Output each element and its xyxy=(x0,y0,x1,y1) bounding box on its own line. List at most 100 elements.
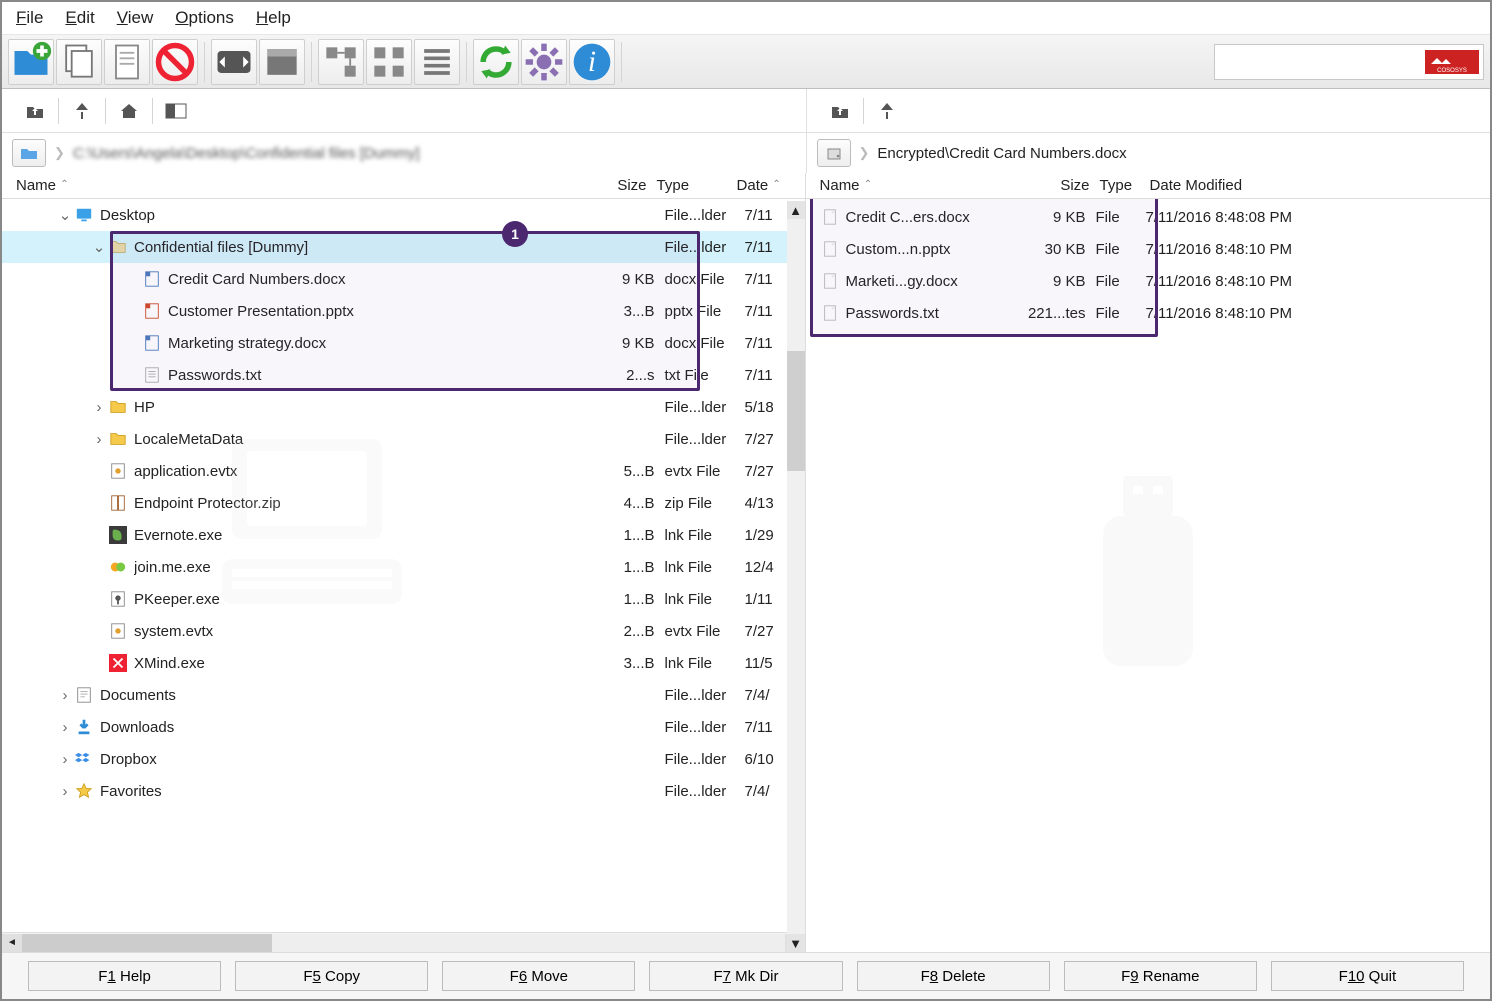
info-button[interactable]: i xyxy=(569,39,615,85)
col-size-left[interactable]: Size xyxy=(587,177,647,194)
tree-row[interactable]: ⌄DesktopFile...lder7/11 xyxy=(2,199,805,231)
toolbar: i COSOSYS xyxy=(2,35,1490,89)
col-type-right[interactable]: Type xyxy=(1090,177,1150,194)
vscroll-up-icon[interactable]: ▲ xyxy=(787,201,805,219)
tree-row[interactable]: Customer Presentation.pptx3...Bpptx File… xyxy=(2,295,805,327)
path-text-left[interactable]: C:\Users\Angela\Desktop\Confidential fil… xyxy=(73,145,420,162)
root-button-left[interactable] xyxy=(69,98,95,124)
vscroll-down-icon[interactable]: ▼ xyxy=(787,934,805,952)
tree-row[interactable]: ›FavoritesFile...lder7/4/ xyxy=(2,775,805,807)
list-row[interactable]: Custom...n.pptx30 KBFile7/11/2016 8:48:1… xyxy=(806,233,1490,265)
tree-row[interactable]: Passwords.txt2...stxt File7/11 xyxy=(2,359,805,391)
block-button[interactable] xyxy=(152,39,198,85)
expand-toggle[interactable]: › xyxy=(56,751,74,768)
file-name: Marketing strategy.docx xyxy=(168,335,595,352)
fkey-6-button[interactable]: F6 Move xyxy=(442,961,635,991)
fkey-7-button[interactable]: F7 Mk Dir xyxy=(649,961,842,991)
menu-help[interactable]: Help xyxy=(256,8,291,28)
path-drive-icon-right[interactable] xyxy=(817,139,851,167)
hscroll-thumb[interactable] xyxy=(22,934,272,952)
vscroll-left[interactable]: ▲ ▼ xyxy=(787,201,805,952)
file-name: Credit C...ers.docx xyxy=(846,209,1016,226)
right-tree[interactable]: Credit C...ers.docx9 KBFile7/11/2016 8:4… xyxy=(806,199,1490,952)
file-size: 221...tes xyxy=(1016,305,1086,322)
refresh-button[interactable] xyxy=(473,39,519,85)
col-name-left[interactable]: Name ⌃ xyxy=(16,177,587,194)
menu-view[interactable]: View xyxy=(117,8,154,28)
left-panel: Name ⌃ Size Type Date ⌃ ⌄DesktopFile...l… xyxy=(2,173,806,952)
tree-row[interactable]: ›HPFile...lder5/18 xyxy=(2,391,805,423)
star-icon xyxy=(74,781,94,801)
view-details-button[interactable] xyxy=(414,39,460,85)
tree-row[interactable]: ⌄Confidential files [Dummy]File...lder7/… xyxy=(2,231,805,263)
expand-toggle[interactable]: ⌄ xyxy=(56,206,74,224)
expand-toggle[interactable]: › xyxy=(56,687,74,704)
col-size-right[interactable]: Size xyxy=(1020,177,1090,194)
app-window: File Edit View Options Help i COSOSYS xyxy=(0,0,1492,1001)
tree-row[interactable]: XMind.exe3...Blnk File11/5 xyxy=(2,647,805,679)
root-button-right[interactable] xyxy=(874,98,900,124)
path-text-right[interactable]: Encrypted\Credit Card Numbers.docx xyxy=(877,145,1126,162)
menu-file[interactable]: File xyxy=(16,8,43,28)
file-type: File xyxy=(1086,241,1146,258)
view-icons-button[interactable] xyxy=(366,39,412,85)
tree-row[interactable]: Marketing strategy.docx9 KBdocx File7/11 xyxy=(2,327,805,359)
tree-row[interactable]: Credit Card Numbers.docx9 KBdocx File7/1… xyxy=(2,263,805,295)
col-date-left[interactable]: Date ⌃ xyxy=(737,177,797,194)
list-row[interactable]: Passwords.txt221...tesFile7/11/2016 8:48… xyxy=(806,297,1490,329)
file-type: lnk File xyxy=(655,655,745,672)
file-type: File...lder xyxy=(655,239,745,256)
nav-row xyxy=(2,89,1490,133)
xmind-icon xyxy=(108,653,128,673)
new-folder-button[interactable] xyxy=(8,39,54,85)
search-box[interactable]: COSOSYS xyxy=(1214,44,1484,80)
file-name: Custom...n.pptx xyxy=(846,241,1016,258)
list-row[interactable]: Marketi...gy.docx9 KBFile7/11/2016 8:48:… xyxy=(806,265,1490,297)
expand-toggle[interactable]: › xyxy=(90,399,108,416)
expand-toggle[interactable]: › xyxy=(56,783,74,800)
file-size: 4...B xyxy=(595,495,655,512)
col-type-left[interactable]: Type xyxy=(647,177,737,194)
left-tree[interactable]: ⌄DesktopFile...lder7/11⌄Confidential fil… xyxy=(2,199,805,932)
settings-button[interactable] xyxy=(521,39,567,85)
file-type: lnk File xyxy=(655,559,745,576)
fkey-8-button[interactable]: F8 Delete xyxy=(857,961,1050,991)
list-row[interactable]: Credit C...ers.docx9 KBFile7/11/2016 8:4… xyxy=(806,201,1490,233)
menu-edit[interactable]: Edit xyxy=(65,8,94,28)
tree-row[interactable]: ›DropboxFile...lder6/10 xyxy=(2,743,805,775)
file-name: Favorites xyxy=(100,783,595,800)
file-type: pptx File xyxy=(655,303,745,320)
file-type: evtx File xyxy=(655,623,745,640)
fkey-9-button[interactable]: F9 Rename xyxy=(1064,961,1257,991)
path-folder-icon-left[interactable] xyxy=(12,139,46,167)
folder-y-icon xyxy=(108,397,128,417)
file-type: evtx File xyxy=(655,463,745,480)
fkey-1-button[interactable]: F1 Help xyxy=(28,961,221,991)
up-folder-button-right[interactable] xyxy=(827,98,853,124)
tree-row[interactable]: ›DownloadsFile...lder7/11 xyxy=(2,711,805,743)
file-icon xyxy=(820,271,840,291)
evtx-icon xyxy=(108,461,128,481)
swap-panes-button[interactable] xyxy=(211,39,257,85)
expand-toggle[interactable]: ⌄ xyxy=(90,238,108,256)
expand-toggle[interactable]: › xyxy=(90,431,108,448)
hscroll-left-arrow[interactable]: ◄ xyxy=(2,934,22,952)
split-toggle-button[interactable] xyxy=(163,98,189,124)
fkey-10-button[interactable]: F10 Quit xyxy=(1271,961,1464,991)
tree-row[interactable]: ›DocumentsFile...lder7/4/ xyxy=(2,679,805,711)
menu-options[interactable]: Options xyxy=(175,8,234,28)
home-button-left[interactable] xyxy=(116,98,142,124)
up-folder-button-left[interactable] xyxy=(22,98,48,124)
view-tree-button[interactable] xyxy=(318,39,364,85)
file-type: File...lder xyxy=(655,399,745,416)
col-date-right[interactable]: Date Modified xyxy=(1150,177,1482,194)
download-icon xyxy=(74,717,94,737)
vscroll-thumb[interactable] xyxy=(787,351,805,471)
document-button[interactable] xyxy=(104,39,150,85)
hscroll-left[interactable]: ◄ ► xyxy=(2,932,805,952)
col-name-right[interactable]: Name ⌃ xyxy=(820,177,1020,194)
view-list-button[interactable] xyxy=(259,39,305,85)
copy-button[interactable] xyxy=(56,39,102,85)
expand-toggle[interactable]: › xyxy=(56,719,74,736)
fkey-5-button[interactable]: F5 Copy xyxy=(235,961,428,991)
